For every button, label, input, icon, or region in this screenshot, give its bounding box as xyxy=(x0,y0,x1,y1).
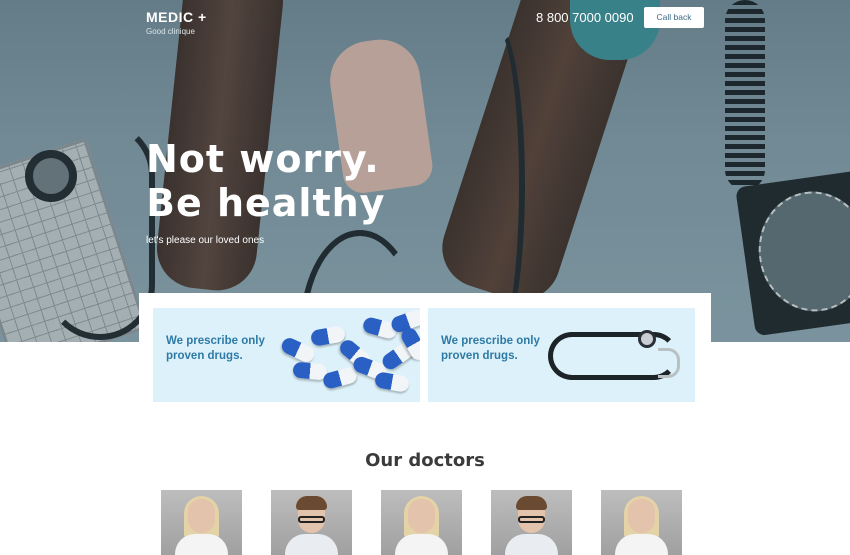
features-panel: We prescribe only proven drugs. We presc… xyxy=(139,293,711,415)
phone-number-link[interactable]: 8 800 7000 0090 xyxy=(536,10,634,25)
hero-headline-line1: Not worry. xyxy=(146,137,380,181)
hero-overlay xyxy=(0,0,850,342)
doctor-photo[interactable] xyxy=(601,490,682,555)
hero-headline-line2: Be healthy xyxy=(146,181,386,225)
feature-card-text: We prescribe only proven drugs. xyxy=(441,335,540,362)
feature-card: We prescribe only proven drugs. xyxy=(428,308,695,402)
hero-section: MEDIC + Good clinique 8 800 7000 0090 Ca… xyxy=(0,0,850,342)
call-back-button[interactable]: Call back xyxy=(644,7,704,28)
feature-card-text: We prescribe only proven drugs. xyxy=(166,335,265,362)
logo-title: MEDIC + xyxy=(146,9,207,25)
doctor-photo[interactable] xyxy=(381,490,462,555)
feature-card: We prescribe only proven drugs. xyxy=(153,308,420,402)
doctor-photo[interactable] xyxy=(271,490,352,555)
doctor-photo[interactable] xyxy=(161,490,242,555)
logo[interactable]: MEDIC + Good clinique xyxy=(146,9,207,36)
hero-headline: Not worry. Be healthy xyxy=(146,137,385,225)
doctors-section-title: Our doctors xyxy=(365,450,485,471)
hero-tagline: let's please our loved ones xyxy=(146,235,265,246)
doctor-photo[interactable] xyxy=(491,490,572,555)
logo-subtitle: Good clinique xyxy=(146,27,195,36)
